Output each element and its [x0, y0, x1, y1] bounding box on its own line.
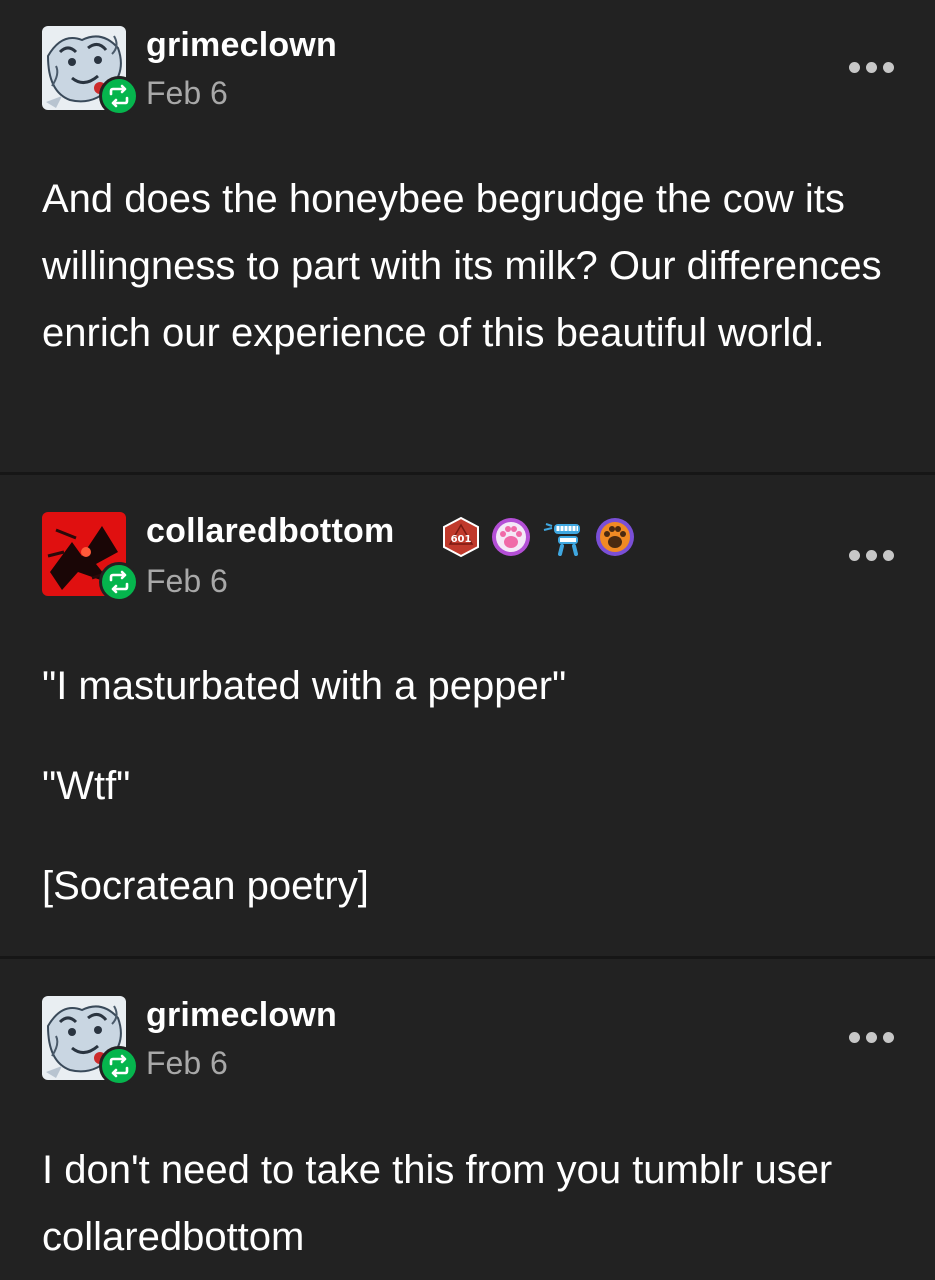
pink-paw-badge-icon[interactable]: [490, 516, 532, 558]
post-body: I don't need to take this from you tumbl…: [42, 1148, 833, 1259]
more-options-icon[interactable]: [849, 1030, 895, 1044]
reblog-badge: [99, 1046, 139, 1086]
reblog-icon: [109, 84, 129, 108]
post-grimeclown-1: grimeclown Feb 6 And does the honeybee b…: [0, 0, 935, 472]
post-paragraph: [Socratean poetry]: [42, 864, 369, 908]
post-body: And does the honeybee begrudge the cow i…: [42, 177, 882, 355]
d20-dice-badge-icon[interactable]: 601: [440, 516, 482, 558]
post-date: Feb 6: [146, 1045, 228, 1081]
username[interactable]: grimeclown: [146, 996, 337, 1035]
more-options-icon[interactable]: [849, 60, 895, 74]
reblog-badge: [99, 562, 139, 602]
dice-badge-label: 601: [451, 534, 472, 545]
post-divider: [0, 956, 935, 959]
reblog-icon: [109, 570, 129, 594]
username[interactable]: grimeclown: [146, 26, 337, 65]
orange-paw-badge-icon[interactable]: [594, 516, 636, 558]
post-paragraph: "Wtf": [42, 764, 131, 808]
post-date: Feb 6: [146, 75, 228, 111]
post-date: Feb 6: [146, 563, 228, 599]
more-options-icon[interactable]: [849, 548, 895, 562]
post-paragraph: "I masturbated with a pepper": [42, 664, 567, 708]
post-divider: [0, 472, 935, 475]
reblog-badge: [99, 76, 139, 116]
username[interactable]: collaredbottom: [146, 512, 394, 551]
wind-up-teeth-badge-icon[interactable]: [542, 516, 584, 558]
reblog-icon: [109, 1054, 129, 1078]
